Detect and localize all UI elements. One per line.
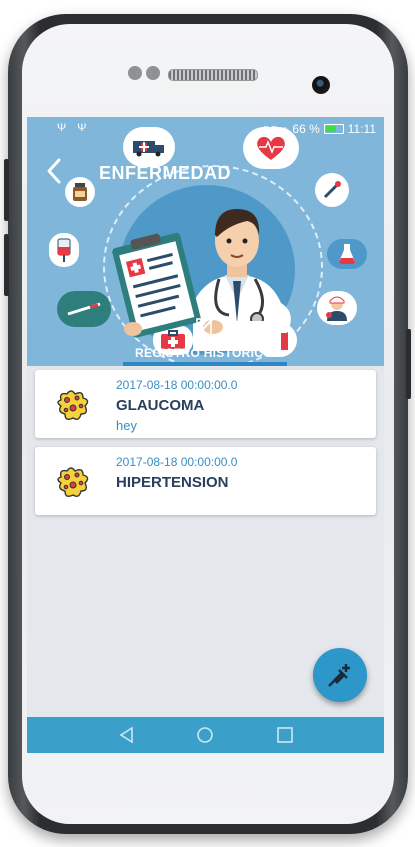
sensor-dots — [128, 66, 164, 85]
virus-icon — [57, 390, 89, 421]
record-name: HIPERTENSION — [116, 474, 229, 491]
earpiece-speaker — [168, 69, 258, 81]
volume-button-lower — [4, 234, 9, 296]
volume-button — [4, 159, 9, 221]
clock: 11:11 — [347, 122, 376, 136]
home-circle-icon[interactable] — [195, 725, 215, 745]
header-banner: Ψ Ψ ▯◎ ⌂ 66 % 11:11 ENFERMEDAD REGISTRO … — [27, 117, 384, 366]
list-item[interactable]: 2017-08-18 00:00:00.0 GLAUCOMA hey — [35, 370, 376, 438]
dropper-icon — [315, 173, 349, 207]
medicine-jar-icon — [65, 177, 95, 207]
page-title: ENFERMEDAD — [99, 163, 232, 183]
front-camera — [312, 76, 330, 94]
status-bar: Ψ Ψ ▯◎ ⌂ 66 % 11:11 — [27, 117, 384, 141]
back-arrow-icon[interactable] — [44, 157, 66, 185]
recents-square-icon[interactable] — [275, 725, 295, 745]
record-note: hey — [116, 418, 137, 433]
flask-icon — [327, 239, 367, 269]
nurse-icon — [317, 291, 357, 325]
edit-note-icon — [196, 318, 214, 336]
add-record-button[interactable] — [313, 648, 367, 702]
tab-indicator — [123, 362, 287, 366]
power-button — [406, 329, 411, 399]
tab-registro-historico[interactable]: REGISTRO HISTORICO — [135, 346, 273, 360]
record-name: GLAUCOMA — [116, 397, 205, 414]
battery-icon — [323, 124, 344, 134]
record-date: 2017-08-18 00:00:00.0 — [116, 378, 238, 392]
usb-icons: Ψ Ψ — [57, 122, 91, 134]
list-item[interactable]: 2017-08-18 00:00:00.0 HIPERTENSION — [35, 447, 376, 515]
record-date: 2017-08-18 00:00:00.0 — [116, 455, 238, 469]
signal-icons: ▯◎ ⌂ — [263, 123, 289, 136]
syringe-add-icon — [328, 664, 350, 687]
battery-percent: 66 % — [292, 122, 320, 136]
virus-icon — [57, 467, 89, 498]
screen: Ψ Ψ ▯◎ ⌂ 66 % 11:11 ENFERMEDAD REGISTRO … — [27, 117, 384, 753]
iv-bag-icon — [49, 233, 79, 267]
back-triangle-icon[interactable] — [117, 725, 137, 745]
system-nav-bar — [27, 717, 384, 753]
